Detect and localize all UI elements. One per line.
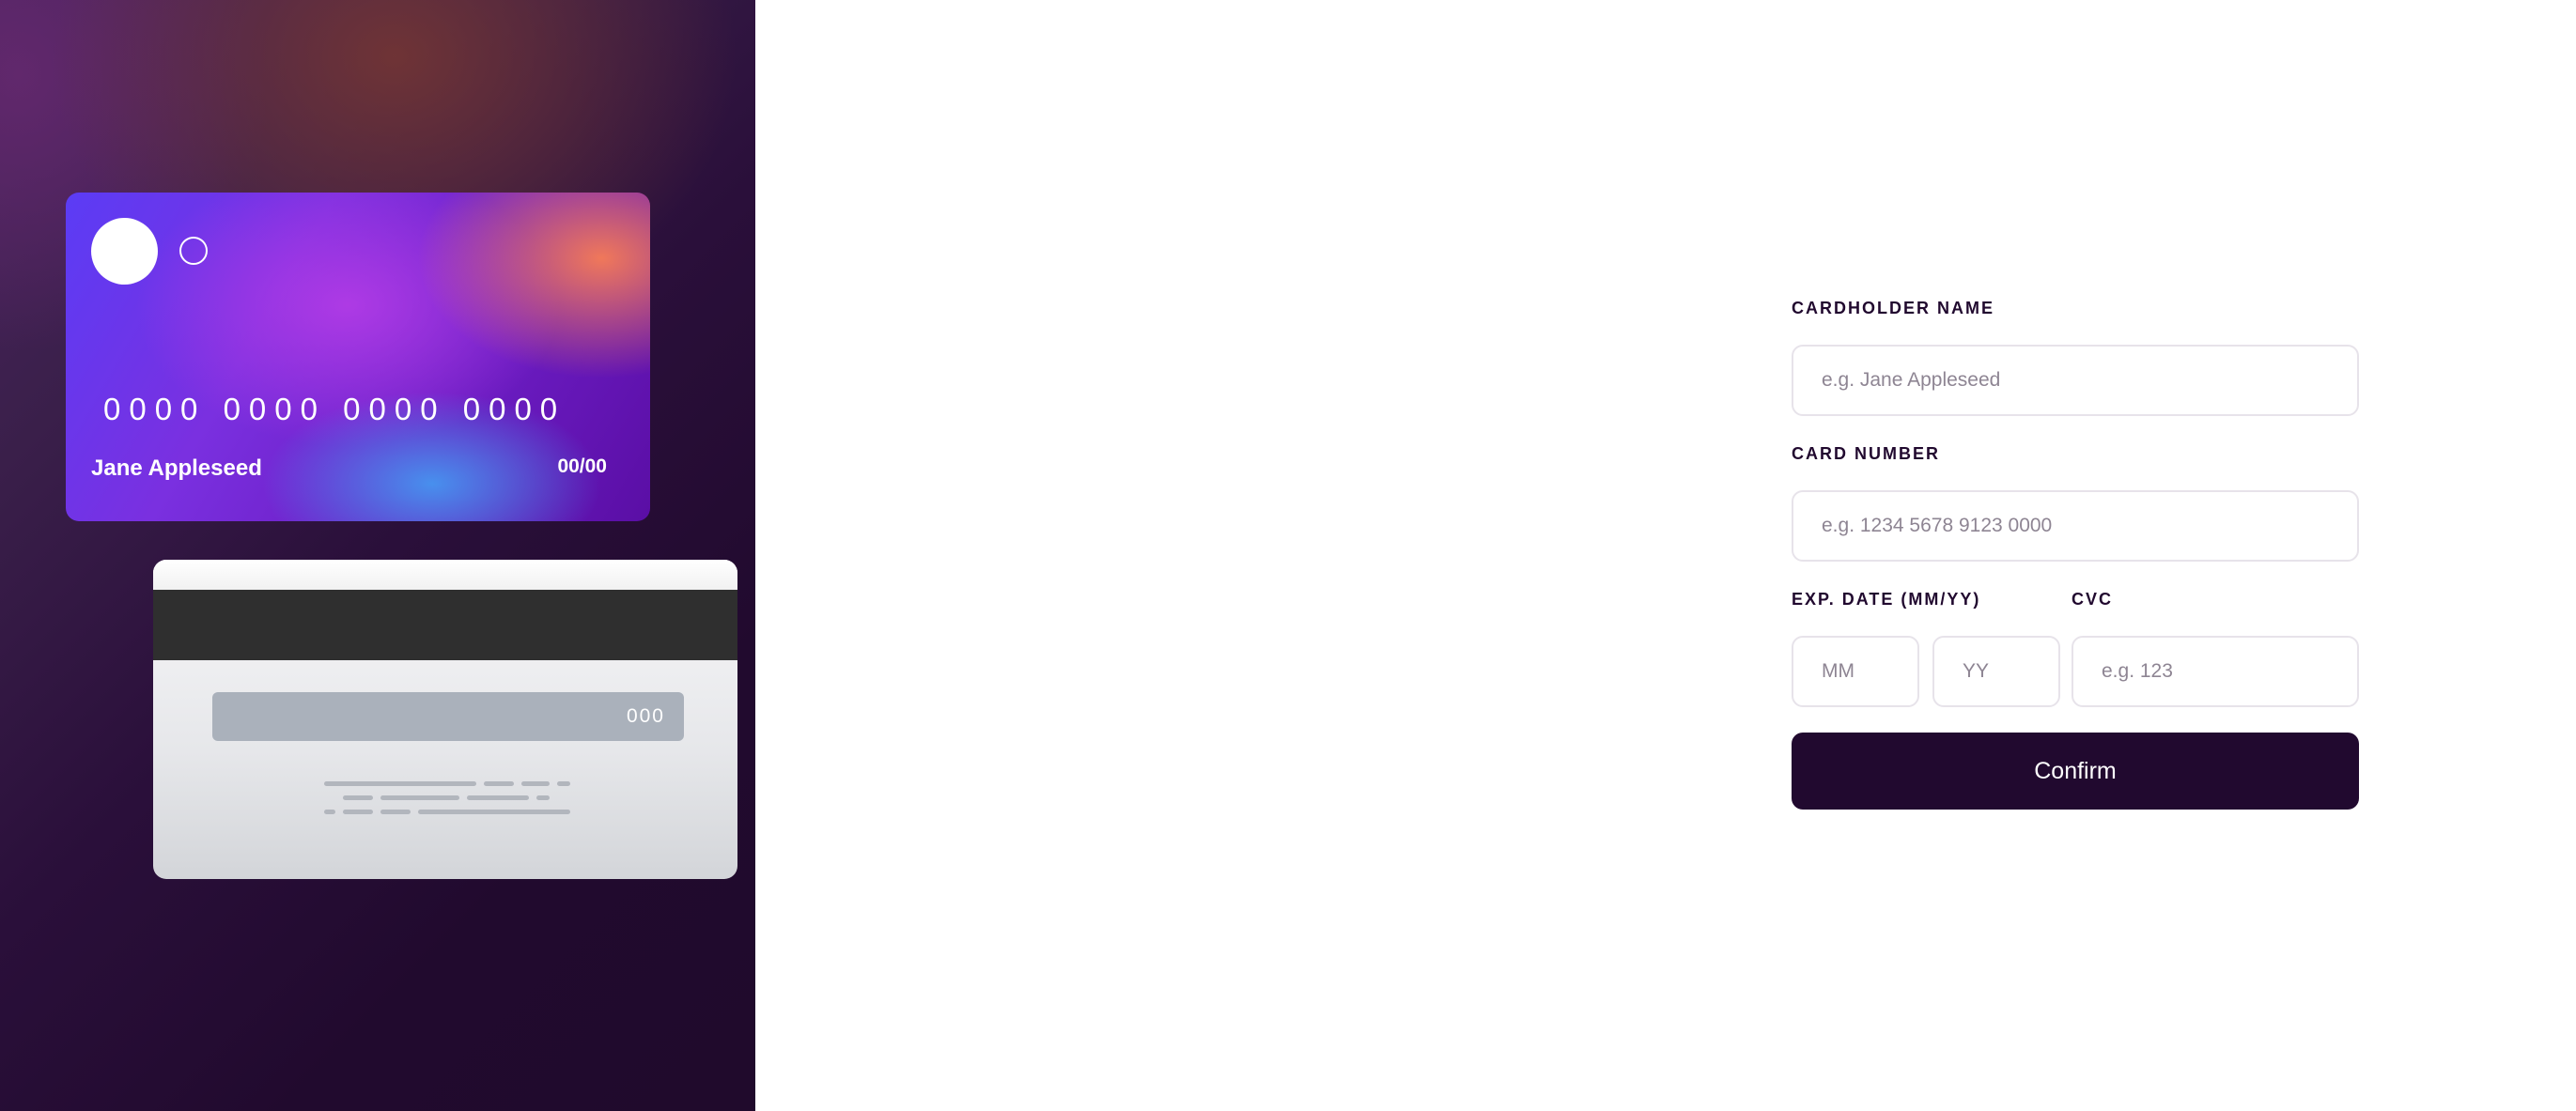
card-number-label: CARD NUMBER (1792, 444, 1940, 463)
cardholder-name-label: CARDHOLDER NAME (1792, 299, 1994, 317)
signature-strip: 000 (212, 692, 684, 741)
card-front-expiry: 00/00 (557, 455, 607, 477)
cvc-label: CVC (2072, 590, 2114, 609)
cvc-input[interactable] (2072, 636, 2359, 707)
card-front-number: 0000 0000 0000 0000 (103, 392, 566, 426)
card-logo-outline-circle-icon (179, 237, 208, 265)
card-back-top-edge (153, 560, 737, 590)
cardholder-name-input[interactable] (1792, 345, 2359, 416)
card-back-fine-print (324, 781, 570, 819)
expiry-month-input[interactable] (1792, 636, 1919, 707)
card-number-input[interactable] (1792, 490, 2359, 562)
card-logo-filled-circle-icon (91, 218, 158, 285)
card-back-cvc: 000 (626, 705, 665, 727)
confirm-button[interactable]: Confirm (1792, 733, 2359, 810)
expiry-year-input[interactable] (1932, 636, 2060, 707)
card-back: 000 (153, 560, 737, 879)
expiry-date-label: EXP. DATE (MM/YY) (1792, 590, 1981, 609)
card-front: 0000 0000 0000 0000 Jane Appleseed 00/00 (66, 193, 650, 521)
left-decorative-panel: 0000 0000 0000 0000 Jane Appleseed 00/00… (0, 0, 755, 1111)
card-front-holder-name: Jane Appleseed (91, 455, 262, 481)
magnetic-stripe (153, 590, 737, 660)
